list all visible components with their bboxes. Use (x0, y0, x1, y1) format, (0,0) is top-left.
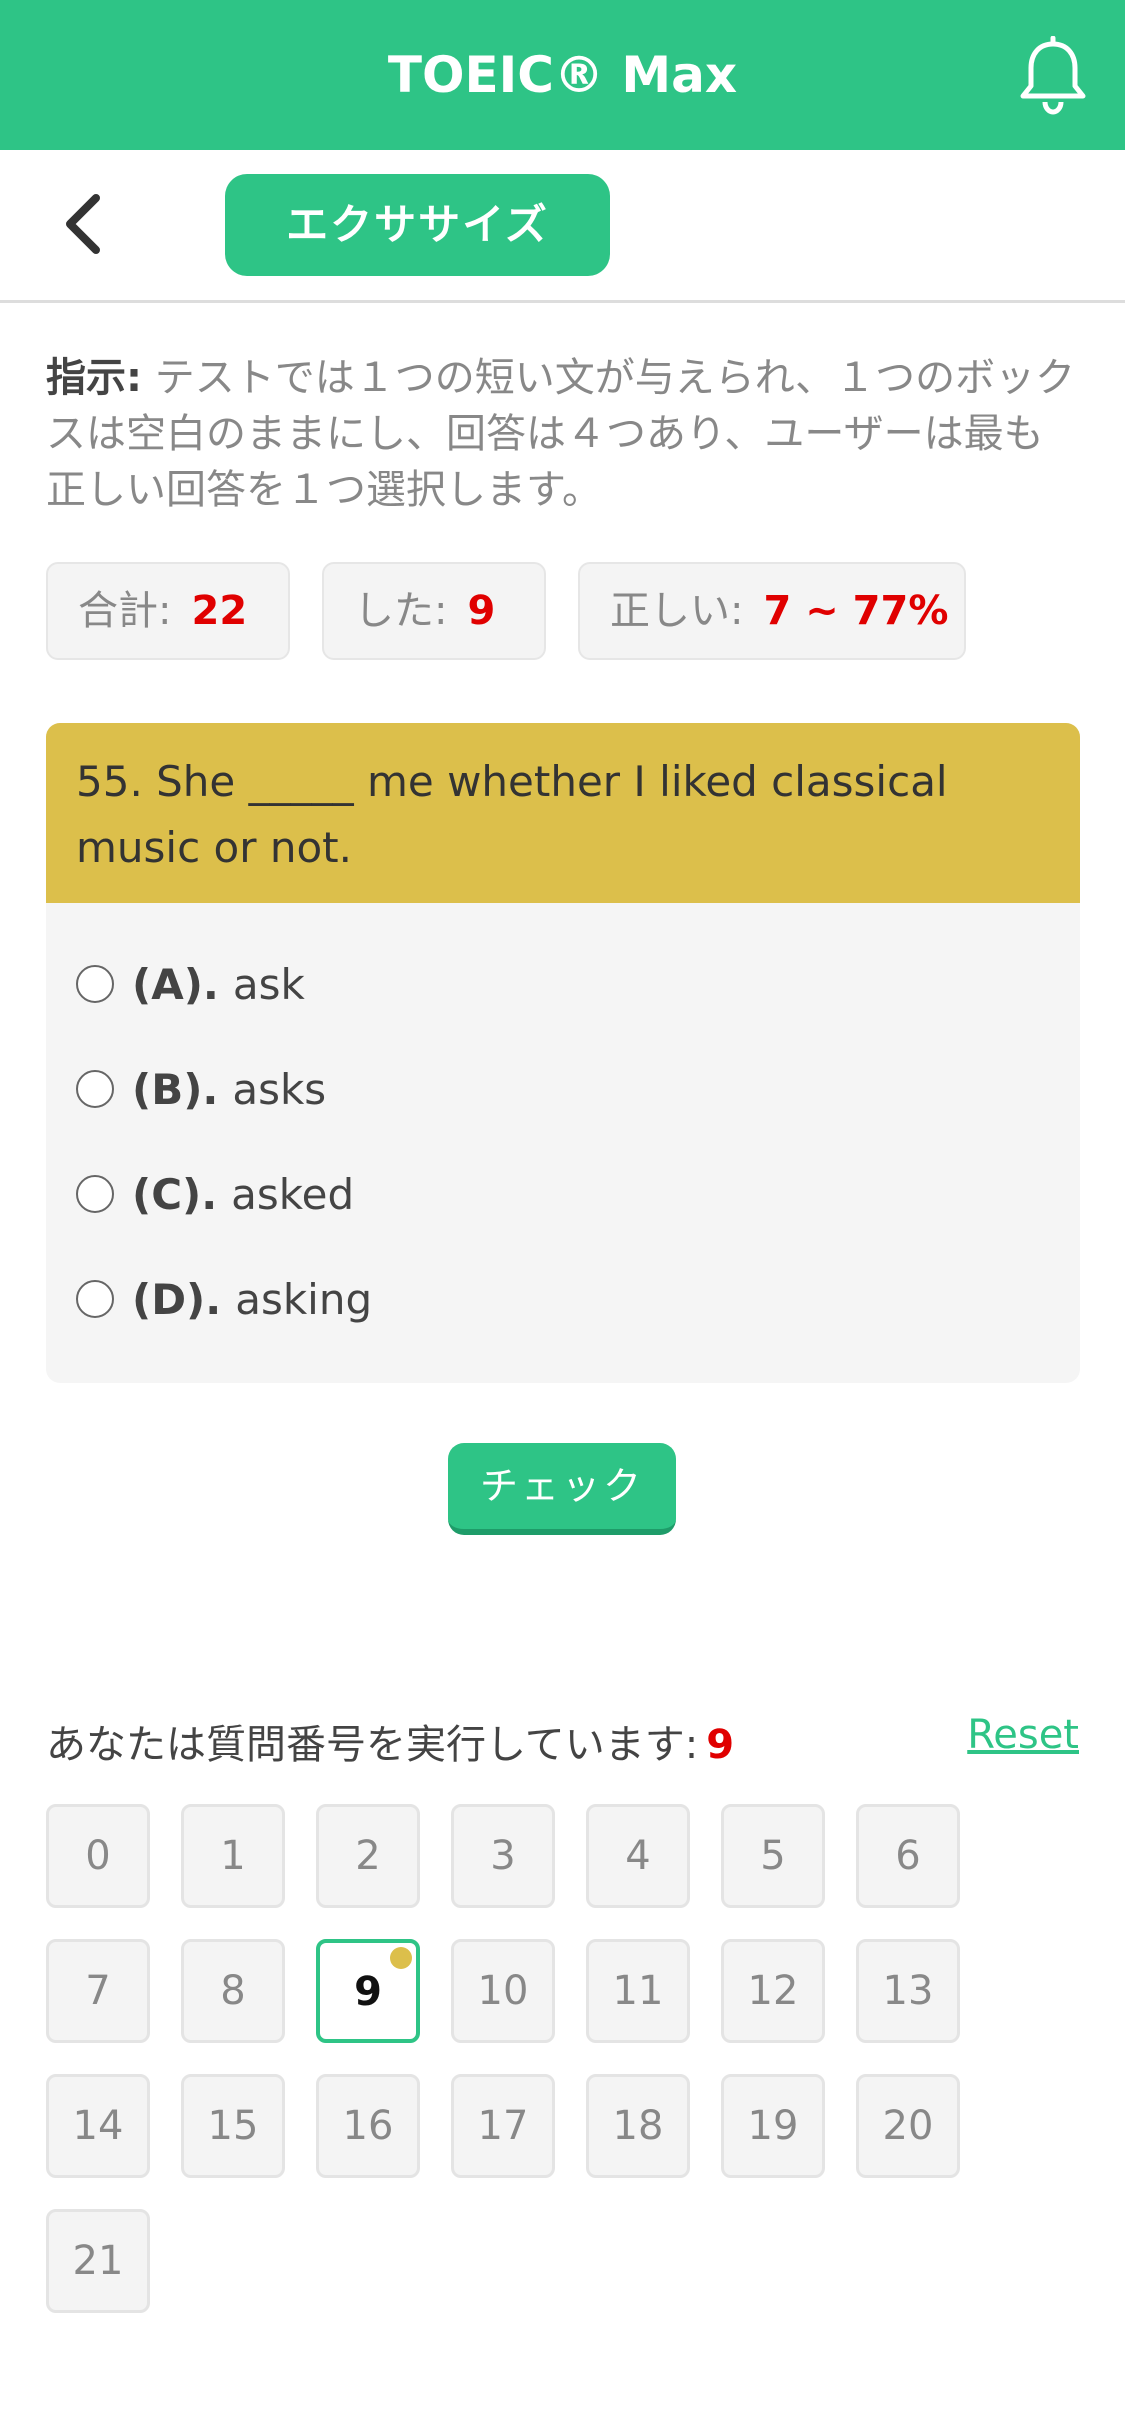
question-number-20[interactable]: 20 (856, 2074, 960, 2178)
stat-done-label: した: (354, 588, 448, 634)
option-letter: (A). (132, 960, 219, 1009)
question-number-4[interactable]: 4 (586, 1804, 690, 1908)
current-indicator-dot (390, 1947, 412, 1969)
question-card: 55. She _____ me whether I liked classic… (46, 723, 1080, 1383)
option-letter: (D). (132, 1275, 222, 1324)
instruction-text: 指示: テストでは１つの短い文が与えられ、１つのボックスは空白のままにし、回答は… (46, 350, 1076, 518)
radio-icon[interactable] (76, 1069, 114, 1108)
question-number-2[interactable]: 2 (316, 1804, 420, 1908)
option-d[interactable]: (D). asking (76, 1265, 372, 1335)
reset-link[interactable]: Reset (967, 1712, 1079, 1758)
question-number-17[interactable]: 17 (451, 2074, 555, 2178)
question-number-label: 1 (220, 1833, 246, 1879)
question-text: 55. She _____ me whether I liked classic… (46, 723, 1080, 903)
question-number-18[interactable]: 18 (586, 2074, 690, 2178)
chevron-left-icon[interactable] (56, 192, 116, 256)
question-number-1[interactable]: 1 (181, 1804, 285, 1908)
question-number-11[interactable]: 11 (586, 1939, 690, 2043)
option-text: asks (232, 1065, 327, 1114)
stat-correct-value: 7 ~ 77% (763, 588, 949, 634)
radio-icon[interactable] (76, 1279, 114, 1318)
question-number-6[interactable]: 6 (856, 1804, 960, 1908)
question-number-label: 12 (747, 1968, 799, 2014)
question-number-label: 20 (882, 2103, 934, 2149)
question-number-0[interactable]: 0 (46, 1804, 150, 1908)
stat-done: した: 9 (322, 562, 546, 660)
question-number-21[interactable]: 21 (46, 2209, 150, 2313)
question-number-label: 10 (477, 1968, 529, 2014)
progress-text: あなたは質問番号を実行しています: (46, 1722, 699, 1768)
question-number-grid: 0 1 2 3 4 5 6 7 8 9 10 11 12 13 14 15 16 17 18 19 20 21 (46, 1804, 1046, 2324)
question-number-label: 0 (85, 1833, 111, 1879)
option-text: asked (231, 1170, 355, 1219)
check-button[interactable]: チェック (448, 1443, 676, 1535)
app-title: TOEIC® Max (387, 46, 738, 104)
question-number-label: 13 (882, 1968, 934, 2014)
question-number-label: 21 (72, 2238, 124, 2284)
stat-total: 合計: 22 (46, 562, 290, 660)
question-number-label: 2 (355, 1833, 381, 1879)
question-number-15[interactable]: 15 (181, 2074, 285, 2178)
question-number-label: 14 (72, 2103, 124, 2149)
question-number-label: 9 (354, 1969, 382, 2015)
question-number-7[interactable]: 7 (46, 1939, 150, 2043)
exercise-tab-button[interactable]: エクササイズ (225, 174, 610, 276)
question-number-label: 4 (625, 1833, 651, 1879)
question-number-12[interactable]: 12 (721, 1939, 825, 2043)
progress-current: 9 (706, 1722, 735, 1768)
radio-icon[interactable] (76, 1174, 114, 1213)
question-number-label: 8 (220, 1968, 246, 2014)
app-bar: TOEIC® Max (0, 0, 1125, 150)
question-number-label: 5 (760, 1833, 786, 1879)
question-number-label: 15 (207, 2103, 259, 2149)
option-letter: (C). (132, 1170, 218, 1219)
bell-icon[interactable] (1017, 36, 1089, 116)
question-number-label: 16 (342, 2103, 394, 2149)
question-number-19[interactable]: 19 (721, 2074, 825, 2178)
option-text: asking (235, 1275, 373, 1324)
question-number-label: 18 (612, 2103, 664, 2149)
question-number-3[interactable]: 3 (451, 1804, 555, 1908)
question-number-10[interactable]: 10 (451, 1939, 555, 2043)
question-number-5[interactable]: 5 (721, 1804, 825, 1908)
question-number-label: 6 (895, 1833, 921, 1879)
question-number-label: 11 (612, 1968, 664, 2014)
question-number-8[interactable]: 8 (181, 1939, 285, 2043)
question-number-label: 17 (477, 2103, 529, 2149)
option-letter: (B). (132, 1065, 219, 1114)
option-c[interactable]: (C). asked (76, 1160, 354, 1230)
option-b[interactable]: (B). asks (76, 1055, 326, 1125)
question-number-label: 19 (747, 2103, 799, 2149)
question-number-label: 7 (85, 1968, 111, 2014)
stat-correct: 正しい: 7 ~ 77% (578, 562, 966, 660)
option-text: ask (232, 960, 305, 1009)
question-number-14[interactable]: 14 (46, 2074, 150, 2178)
radio-icon[interactable] (76, 964, 114, 1003)
question-number-16[interactable]: 16 (316, 2074, 420, 2178)
stat-correct-label: 正しい: (610, 588, 744, 634)
instruction-body: テストでは１つの短い文が与えられ、１つのボックスは空白のままにし、回答は４つあり… (46, 355, 1076, 513)
instruction-label: 指示: (46, 355, 142, 401)
stat-total-label: 合計: (78, 588, 172, 634)
option-a[interactable]: (A). ask (76, 950, 305, 1020)
question-number-9[interactable]: 9 (316, 1939, 420, 2043)
sub-header: エクササイズ (0, 150, 1125, 303)
question-number-13[interactable]: 13 (856, 1939, 960, 2043)
progress-label: あなたは質問番号を実行しています: 9 (46, 1712, 734, 1770)
stat-total-value: 22 (191, 588, 248, 634)
stat-done-value: 9 (467, 588, 496, 634)
question-number-label: 3 (490, 1833, 516, 1879)
